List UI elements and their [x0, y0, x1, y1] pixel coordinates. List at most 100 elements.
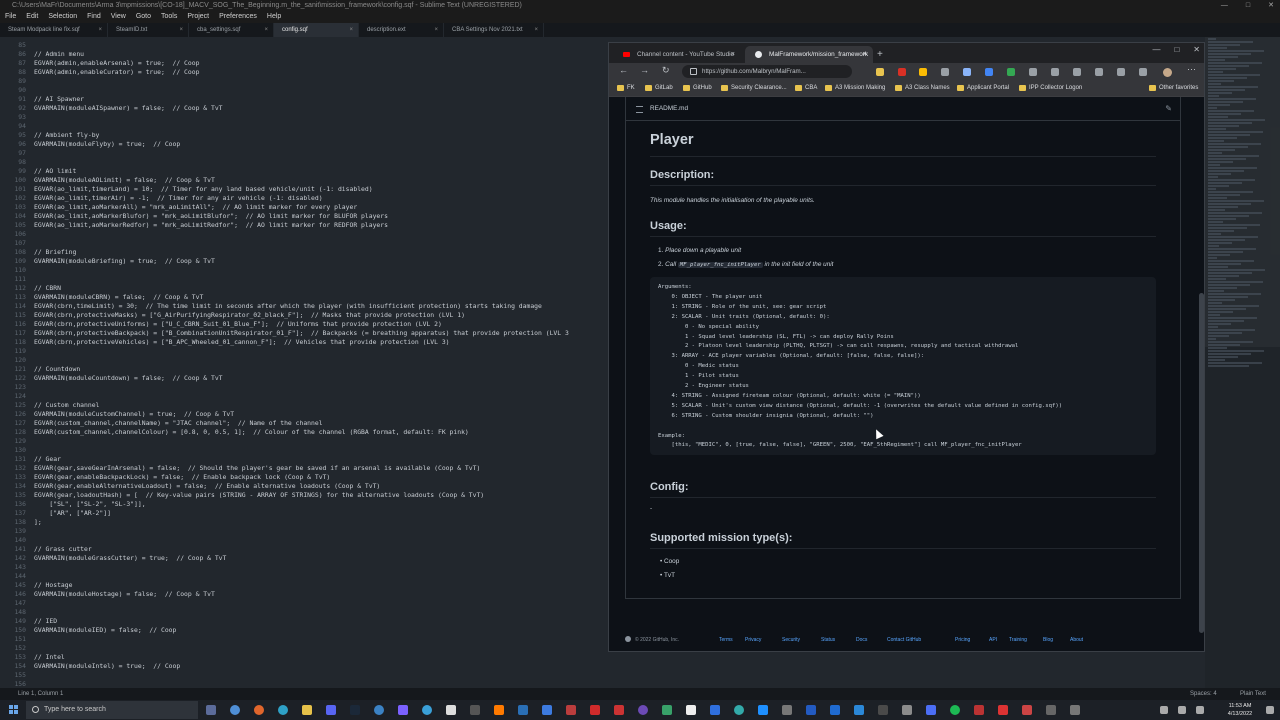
system-clock[interactable]: 11:53 AM 4/13/2022 [1222, 702, 1258, 718]
menu-find[interactable]: Find [82, 11, 106, 23]
app-icon[interactable] [998, 705, 1008, 715]
back-button[interactable]: ← [619, 65, 628, 75]
tab-close-icon[interactable]: × [98, 23, 102, 37]
reload-button[interactable]: ↻ [662, 65, 670, 76]
browser-scrollbar[interactable] [1197, 97, 1204, 651]
extension-icon[interactable] [919, 68, 927, 76]
app-icon[interactable] [710, 705, 720, 715]
footer-link[interactable]: Training [1009, 637, 1027, 643]
outlook-icon[interactable] [830, 705, 840, 715]
app-icon[interactable] [422, 705, 432, 715]
app-icon[interactable] [734, 705, 744, 715]
bookmark-a3-class-names[interactable]: A3 Class Names [895, 81, 950, 96]
footer-link[interactable]: Terms [719, 637, 733, 643]
tab-close-icon[interactable]: × [179, 23, 183, 37]
app-icon[interactable] [518, 705, 528, 715]
history-icon[interactable] [1117, 68, 1125, 76]
bookmark-gitlab[interactable]: GitLab [645, 81, 673, 96]
browser-tab-github[interactable]: MalFramework/mission_framework × [745, 46, 873, 63]
menu-selection[interactable]: Selection [43, 11, 82, 23]
extension-icon[interactable] [963, 68, 971, 76]
browser-tab-youtube[interactable]: Channel content - YouTube Studio × [613, 46, 741, 63]
collections-icon[interactable] [1095, 68, 1103, 76]
app-icon[interactable] [638, 705, 648, 715]
menu-tools[interactable]: Tools [156, 11, 182, 23]
footer-link[interactable]: Privacy [745, 637, 761, 643]
footer-link[interactable]: Docs [856, 637, 867, 643]
tab-close-icon[interactable]: × [434, 23, 438, 37]
scrollbar-thumb[interactable] [1199, 293, 1204, 633]
forward-button[interactable]: → [640, 65, 649, 75]
editor-tab[interactable]: cba_settings.sqf × [189, 23, 274, 37]
maximize-button[interactable]: □ [1246, 0, 1250, 11]
app-icon[interactable] [470, 705, 480, 715]
tab-close-icon[interactable]: × [863, 46, 867, 63]
steam-icon[interactable] [350, 705, 360, 715]
settings-icon[interactable] [1139, 68, 1147, 76]
notification-icon[interactable] [1266, 706, 1274, 714]
bookmark-security-clearance[interactable]: Security Clearance... [721, 81, 787, 96]
firefox-icon[interactable] [254, 705, 264, 715]
app-icon[interactable] [878, 705, 888, 715]
bookmark-applicant-portal[interactable]: Applicant Portal [957, 81, 1009, 96]
app-icon[interactable] [662, 705, 672, 715]
footer-link[interactable]: Blog [1043, 637, 1053, 643]
app-icon[interactable] [926, 705, 936, 715]
extension-icon[interactable] [985, 68, 993, 76]
edit-pencil-icon[interactable]: ✎ [1165, 97, 1172, 121]
word-icon[interactable] [806, 705, 816, 715]
tab-close-icon[interactable]: × [731, 46, 735, 63]
menu-edit[interactable]: Edit [21, 11, 43, 23]
editor-tab-active[interactable]: config.sqf × [274, 23, 359, 37]
footer-link[interactable]: Status [821, 637, 835, 643]
file-explorer-icon[interactable] [302, 705, 312, 715]
menu-preferences[interactable]: Preferences [214, 11, 262, 23]
app-icon[interactable] [614, 705, 624, 715]
sublime-text-icon[interactable] [494, 705, 504, 715]
tab-close-icon[interactable]: × [534, 23, 538, 37]
extension-icon[interactable] [1007, 68, 1015, 76]
menu-goto[interactable]: Goto [131, 11, 156, 23]
editor-tab[interactable]: description.ext × [359, 23, 444, 37]
url-input[interactable]: https://github.com/Malbryn/MalFram... [682, 65, 852, 78]
new-tab-button[interactable]: + [877, 46, 883, 63]
menu-file[interactable]: File [0, 11, 21, 23]
footer-link[interactable]: API [989, 637, 997, 643]
more-menu-icon[interactable]: ⋯ [1187, 64, 1196, 75]
app-icon[interactable] [854, 705, 864, 715]
windows-start-icon[interactable] [9, 705, 19, 715]
syntax-setting[interactable]: Plain Text [1240, 688, 1266, 700]
app-icon[interactable] [566, 705, 576, 715]
extension-icon[interactable] [1029, 68, 1037, 76]
menu-help[interactable]: Help [262, 11, 286, 23]
menu-project[interactable]: Project [182, 11, 214, 23]
minimize-button[interactable]: — [1221, 0, 1228, 11]
app-icon[interactable] [902, 705, 912, 715]
close-button[interactable]: ✕ [1268, 0, 1274, 11]
app-icon[interactable] [974, 705, 984, 715]
extension-icon[interactable] [941, 68, 949, 76]
network-icon[interactable] [1160, 706, 1168, 714]
task-view-icon[interactable] [206, 705, 216, 715]
extension-icon[interactable] [876, 68, 884, 76]
footer-link[interactable]: About [1070, 637, 1083, 643]
chrome-icon[interactable] [230, 705, 240, 715]
app-icon[interactable] [782, 705, 792, 715]
editor-tab[interactable]: CBA Settings Nov 2021.txt × [444, 23, 544, 37]
lock-icon[interactable] [690, 68, 697, 75]
bookmark-other-favorites[interactable]: Other favorites [1149, 81, 1198, 96]
extension-icon[interactable] [1051, 68, 1059, 76]
app-icon[interactable] [446, 705, 456, 715]
language-icon[interactable] [1196, 706, 1204, 714]
bookmark-a3-mission-making[interactable]: A3 Mission Making [825, 81, 885, 96]
minimize-button[interactable]: — [1152, 45, 1160, 54]
menu-view[interactable]: View [106, 11, 131, 23]
maximize-button[interactable]: □ [1174, 45, 1179, 54]
favorites-icon[interactable] [1073, 68, 1081, 76]
close-button[interactable]: ✕ [1193, 45, 1200, 54]
app-icon[interactable] [590, 705, 600, 715]
bookmark-fk[interactable]: FK [617, 81, 635, 96]
app-icon[interactable] [542, 705, 552, 715]
volume-icon[interactable] [1178, 706, 1186, 714]
footer-link[interactable]: Pricing [955, 637, 970, 643]
